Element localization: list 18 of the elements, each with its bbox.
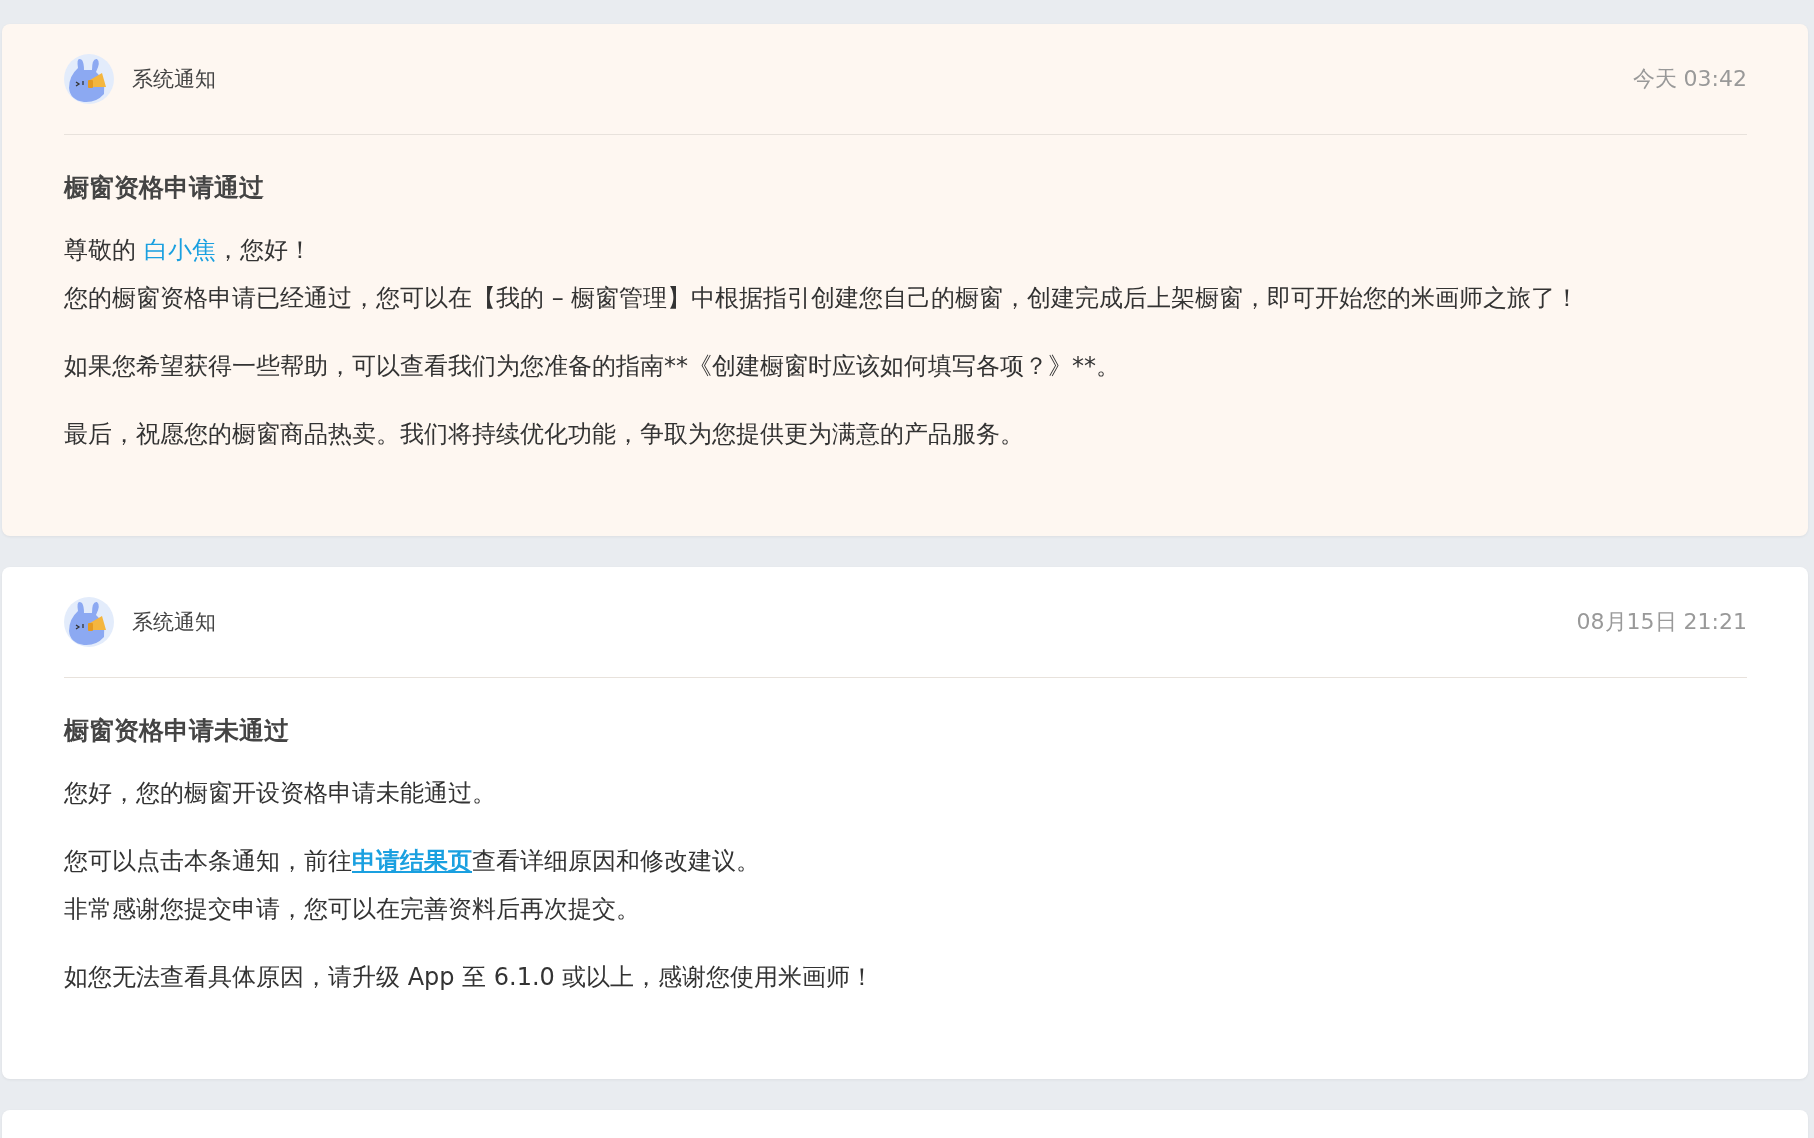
message-text: 最后，祝愿您的橱窗商品热卖。我们将持续优化功能，争取为您提供更为满意的产品服务。: [64, 419, 1025, 450]
timestamp: 08月15日 21:21: [1576, 608, 1747, 636]
sender-name: 系统通知: [132, 609, 216, 636]
sender-name: 系统通知: [132, 66, 216, 93]
message-text: 您的橱窗资格申请已经通过，您可以在【我的 – 橱窗管理】中根据指引创建您自己的橱窗，创建完成后上架橱窗，即可开始您的米画师之旅了！: [64, 283, 1581, 314]
timestamp: 今天 03:42: [1632, 65, 1747, 93]
message-text: 如果您希望获得一些帮助，可以查看我们为您准备的指南**《创建橱窗时应该如何填写各项？》**。: [64, 351, 1121, 382]
rabbit-avatar-icon: [64, 54, 114, 104]
notification-card[interactable]: 系统通知 今天 03:42 橱窗资格申请通过 尊敬的 白小焦，您好！ 您的橱窗资格申请已经通过，您可以在【我的 – 橱窗管理】中根据指引创建您自己的橱窗，创建完成后上架橱窗，即可开始您的米画师之旅了！ 如果您希望获得一些帮助，可以查看我们为您准备的指南**《创建橱窗时应该如何填写各项？》**。 最后，祝愿您的橱窗商品热卖。我们将持续优化功能，争取为您提供更为满意的产品服务。: [2, 24, 1808, 536]
rabbit-avatar-icon: [64, 597, 114, 647]
message-text: 您好，您的橱窗开设资格申请未能通过。: [64, 778, 497, 809]
message-text: 非常感谢您提交申请，您可以在完善资料后再次提交。: [64, 894, 641, 925]
message-text: 如您无法查看具体原因，请升级 App 至 6.1.0 或以上，感谢您使用米画师！: [64, 962, 876, 993]
message-text: 您可以点击本条通知，前往申请结果页查看详细原因和修改建议。: [64, 846, 761, 877]
notification-title: 橱窗资格申请通过: [64, 172, 265, 204]
notification-title: 橱窗资格申请未通过: [64, 715, 290, 747]
message-text: 尊敬的 白小焦，您好！: [64, 235, 313, 266]
notification-card[interactable]: 系统通知 08月15日 21:21 橱窗资格申请未通过 您好，您的橱窗开设资格申请未能通过。 您可以点击本条通知，前往申请结果页查看详细原因和修改建议。 非常感谢您提交申请，您可以在完善资料后再次提交。 如您无法查看具体原因，请升级 App 至 6.1.0 或以上，感谢您使用米画师！: [2, 567, 1808, 1079]
